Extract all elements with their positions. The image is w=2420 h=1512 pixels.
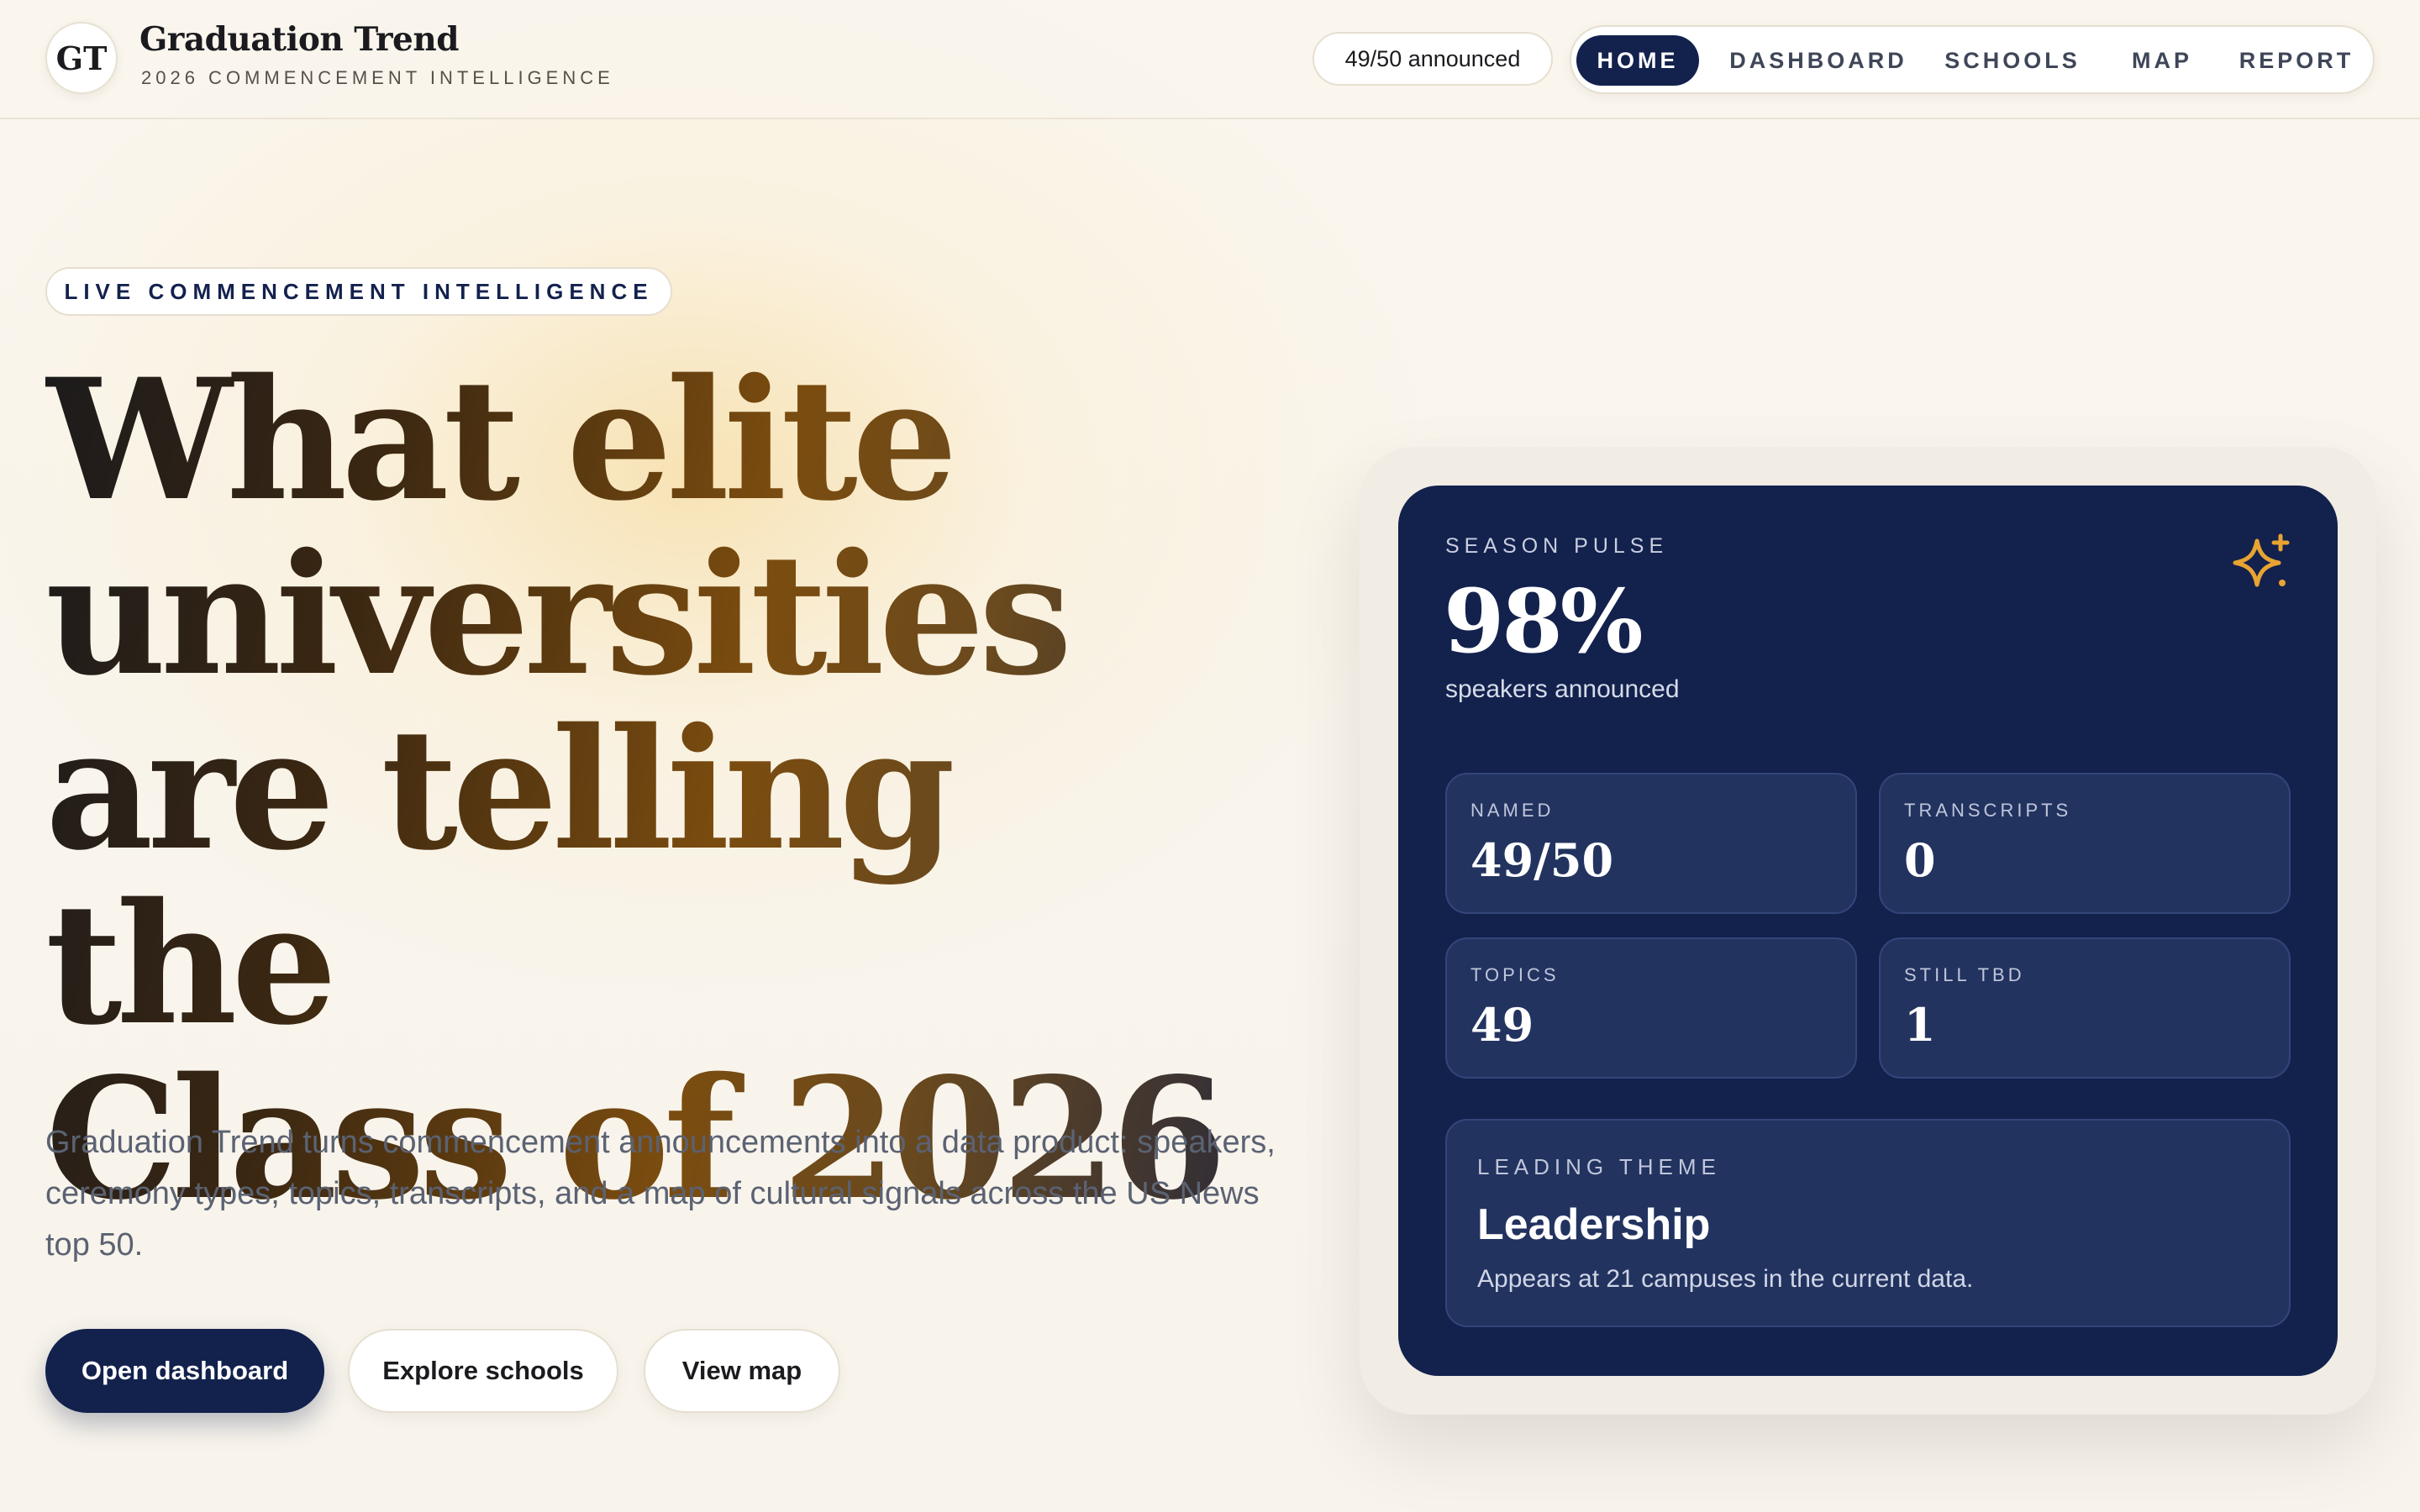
stat-label: STILL TBD: [1904, 964, 2025, 985]
headline-line: universities: [45, 517, 1067, 712]
pulse-value: 98%: [1444, 570, 1644, 673]
explore-schools-button[interactable]: Explore schools: [348, 1329, 618, 1413]
hero-headline: What elite universities are telling the …: [45, 353, 1272, 1226]
stat-value: 1: [1904, 998, 1936, 1052]
hero-description: Graduation Trend turns commencement anno…: [45, 1125, 1276, 1263]
stat-label: TRANSCRIPTS: [1904, 800, 2072, 821]
main-nav: HOME DASHBOARD SCHOOLS MAP REPORT: [1570, 25, 2375, 94]
stat-value: 49/50: [1470, 833, 1614, 887]
nav-report[interactable]: REPORT: [2232, 35, 2361, 86]
stat-transcripts: TRANSCRIPTS 0: [1879, 773, 2291, 914]
season-pulse-card: SEASON PULSE 98% speakers announced NAME…: [1398, 486, 2338, 1376]
view-map-button[interactable]: View map: [644, 1329, 840, 1413]
stat-label: NAMED: [1470, 800, 1555, 821]
headline-line: are telling the: [45, 691, 950, 1062]
stat-label: TOPICS: [1470, 964, 1560, 985]
top-header: GT Graduation Trend 2026 COMMENCEMENT IN…: [0, 0, 2420, 119]
nav-home[interactable]: HOME: [1576, 35, 1699, 86]
stat-value: 49: [1470, 998, 1534, 1052]
theme-value: Leadership: [1477, 1200, 1711, 1249]
stat-value: 0: [1904, 833, 1936, 887]
theme-label: LEADING THEME: [1477, 1154, 1721, 1179]
leading-theme-panel: LEADING THEME Leadership Appears at 21 c…: [1445, 1119, 2291, 1327]
stat-still-tbd: STILL TBD 1: [1879, 937, 2291, 1079]
brand-subtitle: 2026 COMMENCEMENT INTELLIGENCE: [141, 67, 614, 88]
nav-dashboard[interactable]: DASHBOARD: [1723, 35, 1914, 86]
pulse-caption: speakers announced: [1445, 675, 1680, 703]
theme-description: Appears at 21 campuses in the current da…: [1477, 1265, 1974, 1293]
hero-eyebrow: LIVE COMMENCEMENT INTELLIGENCE: [45, 267, 672, 316]
nav-map[interactable]: MAP: [2116, 35, 2208, 86]
stat-named: NAMED 49/50: [1445, 773, 1857, 914]
sparkle-icon: [2233, 533, 2290, 587]
brand-title[interactable]: Graduation Trend: [139, 20, 459, 59]
announced-status-badge: 49/50 announced: [1313, 32, 1553, 86]
pulse-label: SEASON PULSE: [1445, 534, 1669, 558]
headline-line: What elite: [45, 342, 952, 538]
logo[interactable]: GT: [45, 22, 118, 94]
nav-schools[interactable]: SCHOOLS: [1934, 35, 2091, 86]
stat-topics: TOPICS 49: [1445, 937, 1857, 1079]
open-dashboard-button[interactable]: Open dashboard: [45, 1329, 324, 1413]
